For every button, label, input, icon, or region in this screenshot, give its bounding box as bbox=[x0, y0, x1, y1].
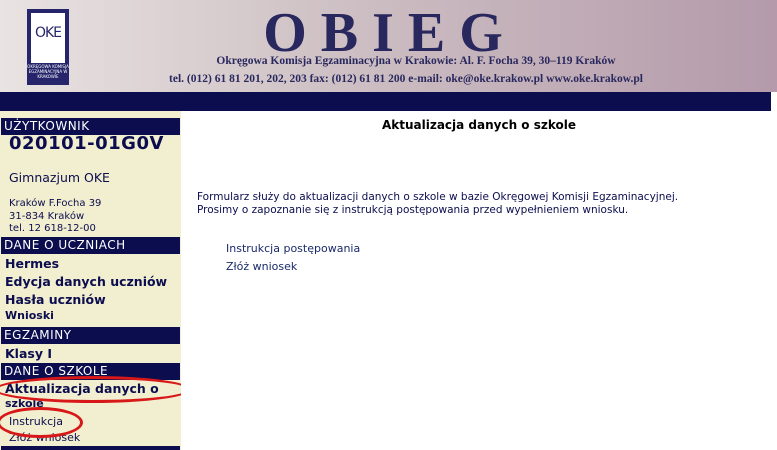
sidebar-item-classes[interactable]: Klasy I bbox=[5, 346, 52, 361]
top-nav-bar bbox=[0, 92, 771, 111]
sidebar-item-edit-students[interactable]: Edycja danych uczniów bbox=[5, 274, 167, 289]
description-line-1: Formularz służy do aktualizacji danych o… bbox=[197, 191, 679, 203]
section-students: DANE O UCZNIACH bbox=[1, 237, 180, 254]
section-school: DANE O SZKOLE bbox=[1, 363, 180, 380]
school-address-city: 31-834 Kraków bbox=[9, 211, 85, 222]
logo-text: OKRĘGOWA KOMISJA EGZAMINACYJNA W KRAKOWI… bbox=[27, 64, 69, 79]
user-code: 020101-01G0V bbox=[9, 133, 164, 154]
institution-address: Okręgowa Komisja Egzaminacyjna w Krakowi… bbox=[216, 55, 616, 67]
sidebar-item-student-passwords[interactable]: Hasła uczniów bbox=[5, 292, 106, 307]
description-paragraph: Formularz służy do aktualizacji danych o… bbox=[197, 191, 767, 217]
description-line-2: Prosimy o zapoznanie się z instrukcją po… bbox=[197, 204, 629, 216]
oke-logo: OKE OKRĘGOWA KOMISJA EGZAMINACYJNA W KRA… bbox=[27, 9, 69, 85]
page-title: Aktualizacja danych o szkole bbox=[381, 118, 577, 132]
sidebar-item-update-school-cont[interactable]: szkole bbox=[5, 397, 44, 410]
instruction-link[interactable]: Instrukcja postępowania bbox=[226, 242, 360, 255]
contact-info: tel. (012) 61 81 201, 202, 203 fax: (012… bbox=[169, 73, 643, 85]
header-banner: OKE OKRĘGOWA KOMISJA EGZAMINACYJNA W KRA… bbox=[0, 0, 777, 92]
logo-letters: OKE bbox=[34, 25, 62, 41]
main-content bbox=[181, 111, 777, 450]
school-address-street: Kraków F.Focha 39 bbox=[9, 198, 102, 209]
sidebar-item-applications[interactable]: Wnioski bbox=[5, 309, 54, 322]
section-exams: EGZAMINY bbox=[1, 327, 180, 344]
submit-application-link[interactable]: Złóż wniosek bbox=[226, 260, 297, 273]
sidebar-item-hermes[interactable]: Hermes bbox=[5, 256, 59, 271]
sidebar-subitem-instruction[interactable]: Instrukcja bbox=[9, 415, 63, 428]
right-edge bbox=[771, 92, 777, 450]
section-next bbox=[1, 446, 180, 450]
sidebar-item-update-school[interactable]: Aktualizacja danych o bbox=[5, 381, 159, 396]
logo-inner: OKE bbox=[31, 13, 65, 63]
school-name: Gimnazjum OKE bbox=[9, 170, 110, 185]
school-phone: tel. 12 618-12-00 bbox=[9, 223, 96, 234]
sidebar-subitem-submit[interactable]: Złóż wniosek bbox=[9, 431, 80, 444]
